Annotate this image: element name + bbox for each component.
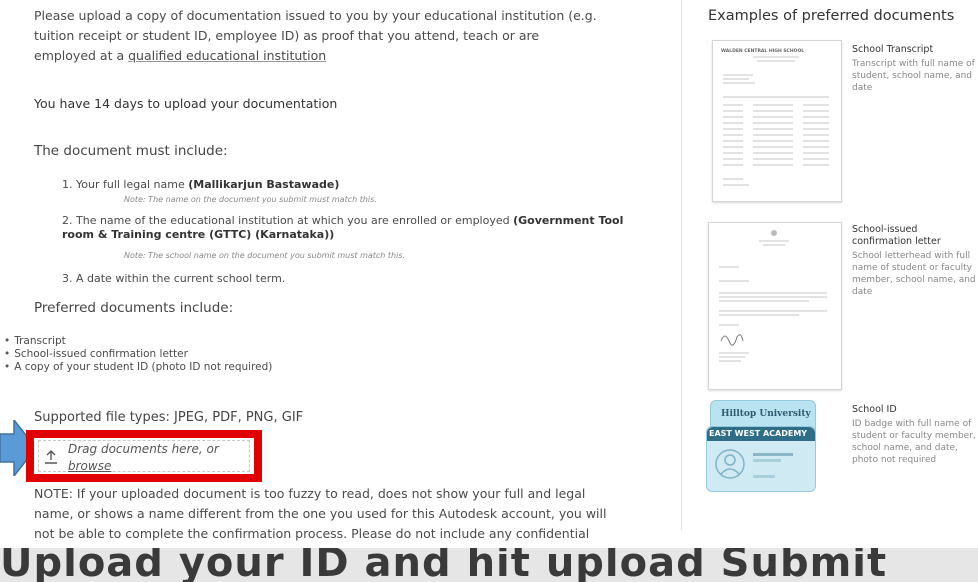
- column-divider: [681, 0, 682, 530]
- requirement-note-1: Note: The name on the document you submi…: [124, 195, 377, 204]
- example-title: School ID: [852, 404, 897, 415]
- letter-lines: [719, 230, 827, 362]
- id-badge-front: EAST WEST ACADEMY: [706, 426, 816, 492]
- dropzone-text: Drag documents here, or browse: [68, 442, 219, 473]
- badge-line: [753, 453, 793, 456]
- example-title: School Transcript: [852, 44, 934, 55]
- badge-line: [753, 475, 775, 478]
- requirement-note-2: Note: The school name on the document yo…: [124, 251, 406, 260]
- caption-banner: Upload your ID and hit upload Submit: [0, 548, 978, 582]
- letter-thumbnail: [708, 222, 842, 390]
- list-item: A copy of your student ID (photo ID not …: [4, 361, 272, 374]
- list-item: School-issued confirmation letter: [4, 348, 272, 361]
- requirement-item-1: 1. Your full legal name (Mallikarjun Bas…: [62, 178, 340, 191]
- examples-sidebar: Examples of preferred documents WALDEN C…: [700, 0, 978, 530]
- requirement-item-2: 2. The name of the educational instituti…: [62, 214, 624, 241]
- example-title: School-issued confirmation letter: [852, 224, 941, 247]
- deadline-text: You have 14 days to upload your document…: [34, 96, 338, 111]
- intro-paragraph: Please upload a copy of documentation is…: [34, 6, 604, 66]
- person-icon: [715, 449, 745, 479]
- examples-title: Examples of preferred documents: [708, 8, 955, 24]
- upload-dropzone[interactable]: Drag documents here, or browse: [26, 430, 262, 482]
- example-desc: ID badge with full name of student or fa…: [852, 419, 976, 465]
- browse-link[interactable]: browse: [68, 459, 111, 473]
- qualified-institution-link[interactable]: qualified educational institution: [128, 48, 326, 63]
- requirement-item-3: 3. A date within the current school term…: [62, 272, 286, 285]
- upload-icon: [45, 450, 57, 464]
- supported-file-types: Supported file types: JPEG, PDF, PNG, GI…: [34, 410, 304, 425]
- example-desc: Transcript with full name of student, sc…: [852, 59, 975, 93]
- transcript-lines: [723, 56, 829, 186]
- example-desc: School letterhead with full name of stud…: [852, 251, 976, 297]
- preferred-list: Transcript School-issued confirmation le…: [4, 335, 272, 374]
- main-content: Please upload a copy of documentation is…: [0, 0, 660, 582]
- caption-text: Upload your ID and hit upload Submit: [0, 548, 888, 582]
- must-include-heading: The document must include:: [34, 143, 228, 159]
- transcript-thumbnail: WALDEN CENTRAL HIGH SCHOOL: [712, 40, 842, 202]
- preferred-heading: Preferred documents include:: [34, 300, 234, 316]
- badge-line: [753, 459, 781, 462]
- list-item: Transcript: [4, 335, 272, 348]
